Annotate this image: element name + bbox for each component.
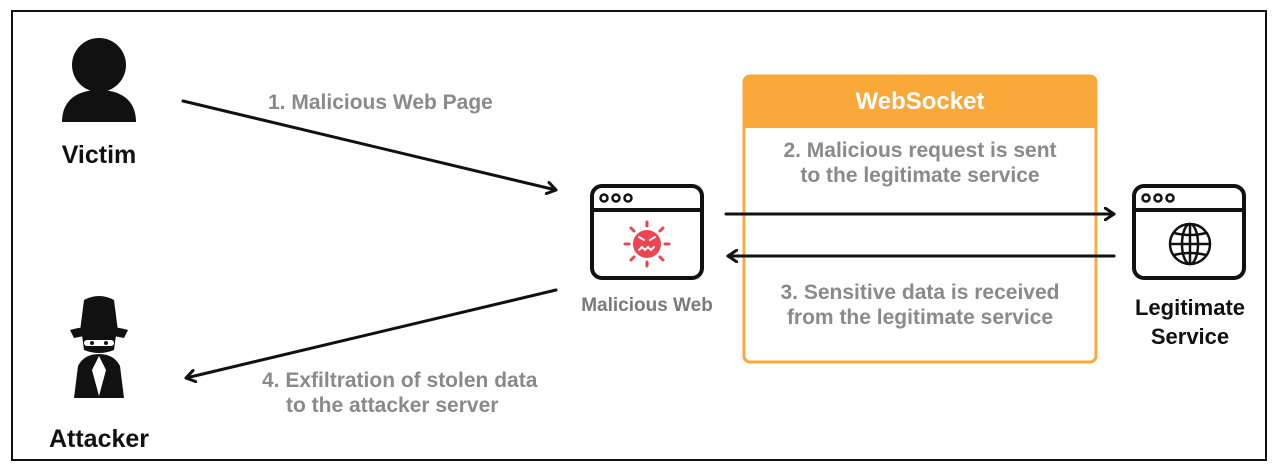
victim-icon	[62, 38, 136, 122]
step4-line2: to the attacker server	[286, 394, 499, 418]
step3-line2: from the legitimate service	[786, 306, 1054, 330]
websocket-title: WebSocket	[855, 88, 985, 115]
step3-label: 3. Sensitive data is received from the l…	[744, 280, 1096, 330]
legitimate-service-line1: Legitimate	[1134, 295, 1246, 320]
globe-icon	[1168, 222, 1212, 266]
step3-line1: 3. Sensitive data is received	[780, 281, 1060, 304]
attacker-icon	[70, 296, 128, 398]
malicious-web-label: Malicious Web	[581, 295, 713, 316]
step4-line1: 4. Exfiltration of stolen data	[262, 369, 538, 392]
malicious-web-icon	[590, 184, 704, 280]
diagram-canvas	[62, 38, 1246, 398]
legitimate-service-label: Legitimate Service	[1110, 294, 1270, 351]
step4-label: 4. Exfiltration of stolen data to the at…	[262, 368, 602, 418]
step2-line1: 2. Malicious request is sent	[783, 139, 1057, 162]
attacker-label: Attacker	[48, 425, 150, 453]
legitimate-service-line2: Service	[1150, 323, 1230, 349]
legitimate-service-icon	[1132, 184, 1246, 280]
victim-label: Victim	[61, 141, 137, 169]
arrow-exfiltration-to-attacker	[184, 288, 558, 378]
step1-label: 1. Malicious Web Page	[268, 91, 493, 114]
step2-line2: to the legitimate service	[800, 164, 1040, 188]
step2-label: 2. Malicious request is sent to the legi…	[744, 138, 1096, 188]
